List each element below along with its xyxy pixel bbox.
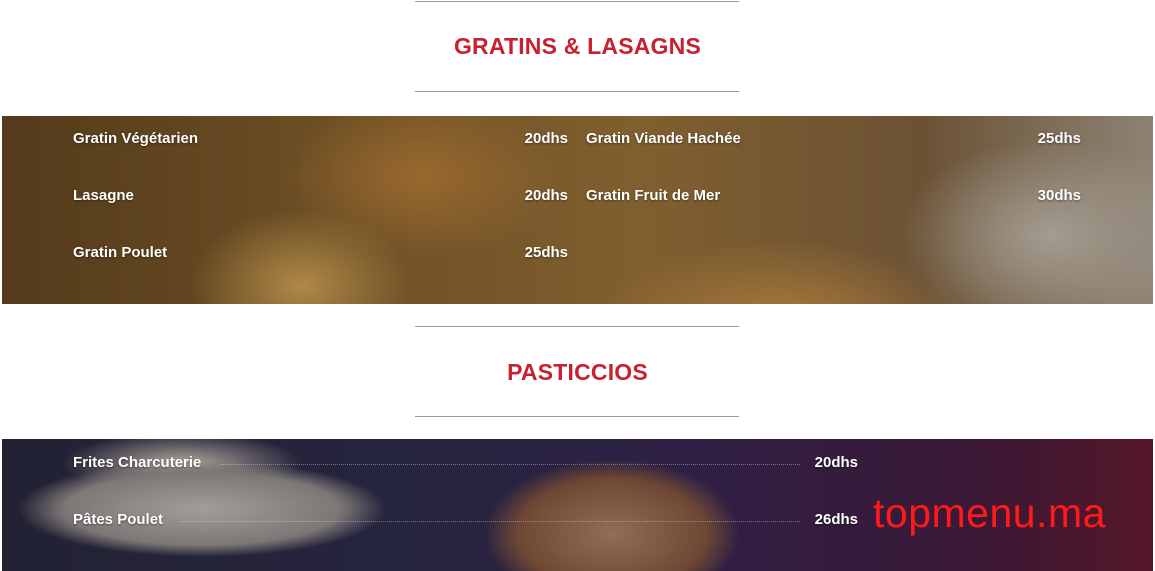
watermark-logo: topmenu.ma xyxy=(873,490,1106,536)
menu-item-name: Lasagne xyxy=(73,187,134,204)
menu-item-price: 30dhs xyxy=(1037,187,1081,204)
menu-item-price: 20dhs xyxy=(524,130,568,147)
menu-item-price: 20dhs xyxy=(524,187,568,204)
menu-item-price: 25dhs xyxy=(524,244,568,261)
menu-item-name: Gratin Poulet xyxy=(73,244,168,261)
menu-item-name: Gratin Végétarien xyxy=(73,130,199,147)
bottom-divider xyxy=(415,91,739,92)
menu-item-name: Gratin Fruit de Mer xyxy=(586,187,721,204)
price-leader-line xyxy=(220,464,800,465)
menu-item-name: Pâtes Poulet xyxy=(73,511,164,528)
menu-item-price: 26dhs xyxy=(814,511,858,528)
bottom-divider xyxy=(415,416,739,417)
menu-item-name: Gratin Viande Hachée xyxy=(586,130,741,147)
section-title-pasticcios: PASTICCIOS xyxy=(507,359,648,385)
menu-item-name: Frites Charcuterie xyxy=(73,454,202,471)
menu-item-price: 20dhs xyxy=(814,454,858,471)
section-title-gratins: GRATINS & LASAGNS xyxy=(453,33,702,59)
top-divider xyxy=(415,326,739,327)
price-leader-line xyxy=(180,521,800,522)
menu-item-price: 25dhs xyxy=(1037,130,1081,147)
top-divider xyxy=(415,1,739,2)
